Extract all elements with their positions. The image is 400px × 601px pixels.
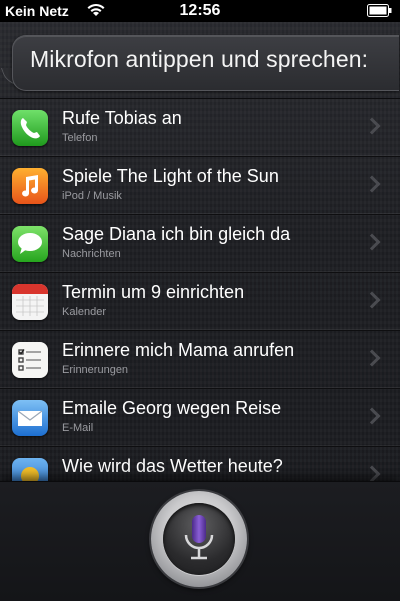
list-item-phone[interactable]: Rufe Tobias an Telefon — [0, 99, 400, 157]
chevron-right-icon — [363, 117, 381, 135]
item-title: Spiele The Light of the Sun — [62, 166, 279, 186]
item-title: Wie wird das Wetter heute? — [62, 456, 283, 476]
item-title: Sage Diana ich bin gleich da — [62, 224, 291, 244]
item-subtitle: Telefon — [62, 132, 98, 144]
microphone-button[interactable] — [151, 491, 247, 587]
battery-icon — [367, 4, 392, 21]
reminders-icon — [12, 342, 48, 378]
weather-icon — [12, 458, 48, 482]
chevron-right-icon — [363, 175, 381, 193]
messages-icon — [12, 226, 48, 262]
chevron-right-icon — [363, 465, 381, 482]
list-item-reminders[interactable]: Erinnere mich Mama anrufen Erinnerungen — [0, 331, 400, 389]
chevron-right-icon — [363, 349, 381, 367]
chevron-right-icon — [363, 291, 381, 309]
suggestion-list: Rufe Tobias an Telefon Spiele The Light … — [0, 98, 400, 482]
chevron-right-icon — [363, 407, 381, 425]
calendar-icon — [12, 284, 48, 320]
item-title: Rufe Tobias an — [62, 108, 182, 128]
prompt-text: Mikrofon antippen und sprechen: — [30, 46, 369, 72]
clock: 12:56 — [179, 2, 221, 19]
item-subtitle: Kalender — [62, 306, 107, 318]
microphone-button-inner — [163, 503, 235, 575]
list-item-weather[interactable]: Wie wird das Wetter heute? — [0, 447, 400, 482]
item-title: Emaile Georg wegen Reise — [62, 398, 282, 418]
item-subtitle: Erinnerungen — [62, 364, 129, 376]
item-subtitle: E-Mail — [62, 422, 94, 434]
microphone-icon — [184, 515, 214, 560]
chevron-right-icon — [363, 233, 381, 251]
item-subtitle: iPod / Musik — [62, 190, 122, 202]
status-bar: Kein Netz 12:56 — [0, 0, 400, 22]
item-subtitle: Nachrichten — [62, 248, 121, 260]
item-title: Termin um 9 einrichten — [62, 282, 245, 302]
mail-icon — [12, 400, 48, 436]
list-item-music[interactable]: Spiele The Light of the Sun iPod / Musik — [0, 157, 400, 215]
item-title: Erinnere mich Mama anrufen — [62, 340, 295, 360]
list-item-mail[interactable]: Emaile Georg wegen Reise E-Mail — [0, 389, 400, 447]
phone-icon — [12, 110, 48, 146]
list-item-messages[interactable]: Sage Diana ich bin gleich da Nachrichten — [0, 215, 400, 273]
list-item-calendar[interactable]: Termin um 9 einrichten Kalender — [0, 273, 400, 331]
music-icon — [12, 168, 48, 204]
